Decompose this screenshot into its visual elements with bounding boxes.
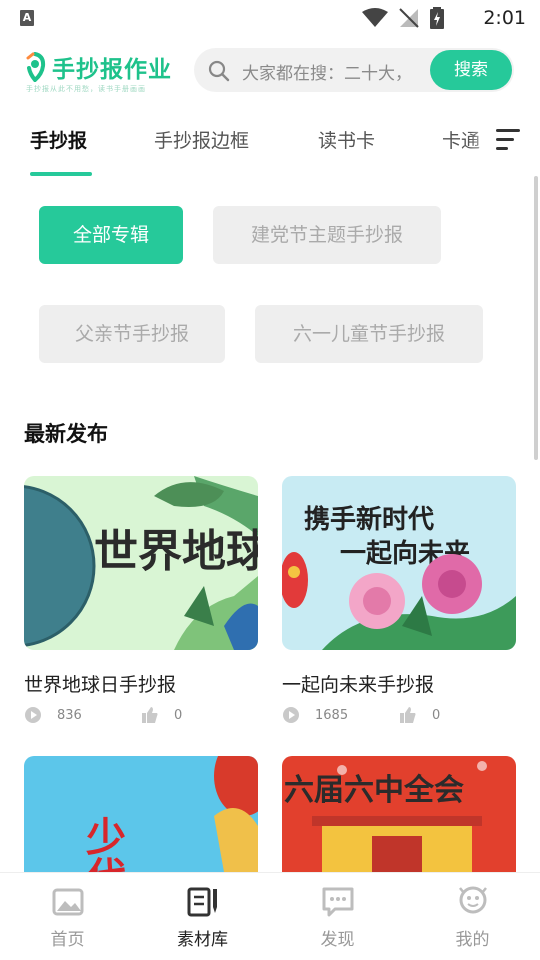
- logo-subtitle: 手抄报从此不用愁，读书手册画画: [26, 85, 146, 93]
- search-icon: [208, 60, 230, 82]
- search-bar[interactable]: 大家都在搜：二十大， 搜索: [194, 48, 514, 92]
- card-2-image-text-line1: 携手新时代: [304, 504, 434, 535]
- library-icon: [187, 887, 217, 917]
- card-3-image-text: 少代: [79, 816, 127, 872]
- search-input[interactable]: 大家都在搜：二十大，: [242, 59, 422, 84]
- nav-mine-label: 我的: [455, 930, 490, 950]
- wifi-icon: [362, 8, 388, 27]
- like-icon[interactable]: [399, 706, 417, 724]
- like-icon[interactable]: [141, 706, 159, 724]
- nav-home-label: 首页: [50, 930, 85, 950]
- active-tab-indicator: [30, 172, 92, 176]
- picture-icon: [52, 888, 83, 916]
- user-icon: [458, 886, 487, 914]
- notification-icon: A: [20, 10, 34, 26]
- bottom-navigation: 首页 素材库 发现 我的: [0, 872, 540, 960]
- card-1-likes: 0: [174, 708, 183, 723]
- search-button[interactable]: 搜索: [430, 50, 512, 90]
- app-header: 手抄报作业 手抄报从此不用愁，读书手册画画 大家都在搜：二十大， 搜索: [0, 44, 540, 100]
- chip-all-albums[interactable]: 全部专辑: [39, 206, 183, 264]
- card-2-title[interactable]: 一起向未来手抄报: [282, 670, 434, 697]
- clock: 2:01: [483, 7, 526, 29]
- logo-mark-icon: [26, 52, 46, 82]
- status-bar: A 2:01: [0, 0, 540, 36]
- scrollbar[interactable]: [534, 176, 538, 460]
- battery-icon: [430, 7, 444, 29]
- tab-shouchaobao[interactable]: 手抄报: [30, 126, 87, 153]
- chip-childrens-day[interactable]: 六一儿童节手抄报: [255, 305, 483, 363]
- section-title: 最新发布: [24, 422, 108, 446]
- app-logo: 手抄报作业 手抄报从此不用愁，读书手册画画: [24, 48, 174, 96]
- card-image-plenary[interactable]: 六届六中全会: [282, 756, 516, 872]
- nav-discover[interactable]: 发现: [270, 873, 405, 960]
- card-image-future[interactable]: 携手新时代 一起向未来: [282, 476, 516, 650]
- no-signal-icon: [399, 8, 419, 28]
- view-icon: [25, 707, 41, 723]
- tab-reading-card[interactable]: 读书卡: [318, 126, 375, 153]
- nav-discover-label: 发现: [320, 930, 355, 950]
- card-image-earth-day[interactable]: 世界地球: [24, 476, 258, 650]
- card-2-views: 1685: [315, 708, 349, 723]
- chip-party-day[interactable]: 建党节主题手抄报: [213, 206, 441, 264]
- view-icon: [283, 707, 299, 723]
- category-tabs: 手抄报 手抄报边框 读书卡 卡通: [0, 116, 540, 178]
- tab-border[interactable]: 手抄报边框: [154, 126, 249, 153]
- nav-mine[interactable]: 我的: [405, 873, 540, 960]
- nav-library[interactable]: 素材库: [135, 873, 270, 960]
- nav-library-label: 素材库: [177, 930, 228, 950]
- card-1-views: 836: [57, 708, 82, 723]
- card-2-likes: 0: [432, 708, 441, 723]
- tab-fade: [470, 116, 492, 166]
- menu-icon[interactable]: [494, 126, 522, 154]
- card-1-image-text: 世界地球: [94, 526, 258, 577]
- logo-text: 手抄报作业: [52, 57, 172, 83]
- nav-home[interactable]: 首页: [0, 873, 135, 960]
- status-icons: [362, 6, 444, 30]
- chip-fathers-day[interactable]: 父亲节手抄报: [39, 305, 225, 363]
- card-1-title[interactable]: 世界地球日手抄报: [24, 670, 176, 697]
- card-4-image-text: 六届六中全会: [284, 773, 464, 808]
- card-image-young-pioneer[interactable]: 少代: [24, 756, 258, 872]
- message-icon: [322, 887, 353, 917]
